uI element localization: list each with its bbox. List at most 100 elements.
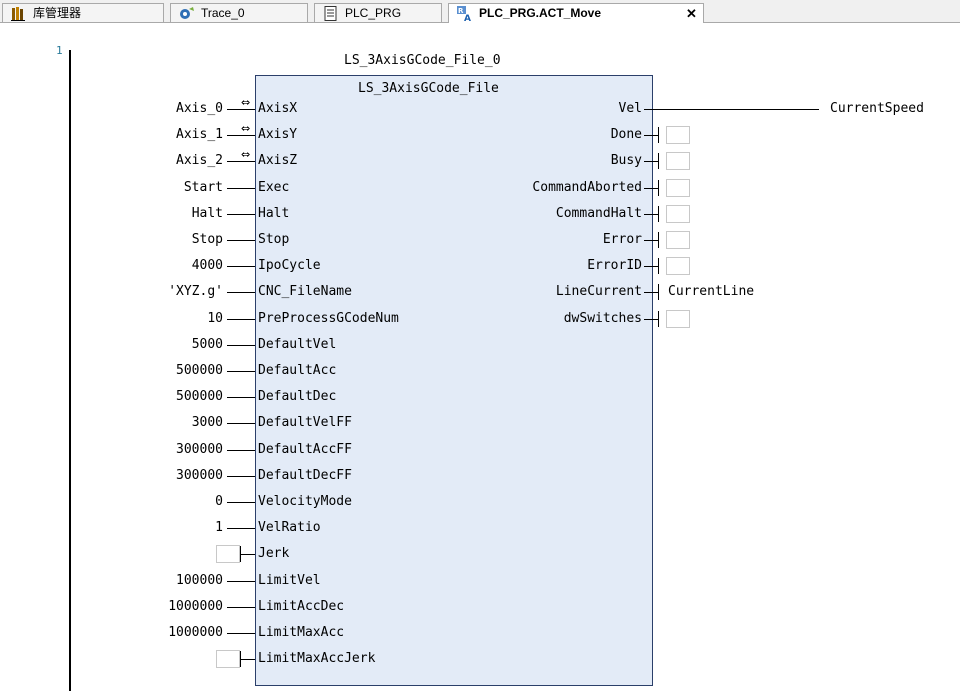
output-pin-label: CommandHalt	[555, 206, 642, 221]
fb-type-name: LS_3AxisGCode_File	[358, 81, 499, 96]
output-wire	[644, 292, 658, 293]
close-tab-icon[interactable]: ✕	[686, 4, 697, 23]
input-value[interactable]: 4000	[192, 258, 223, 273]
output-empty-slot[interactable]	[666, 152, 690, 170]
input-pin-label: IpoCycle	[258, 258, 321, 273]
action-icon: R A	[457, 6, 471, 21]
input-pin-label: LimitMaxAcc	[258, 625, 345, 640]
tab-label: Trace_0	[201, 6, 245, 20]
function-block[interactable]	[255, 75, 653, 686]
input-value[interactable]: 3000	[192, 415, 223, 430]
fb-instance-name[interactable]: LS_3AxisGCode_File_0	[344, 53, 501, 68]
output-value[interactable]: CurrentSpeed	[830, 101, 924, 116]
input-wire	[227, 476, 255, 477]
tab-label: PLC_PRG	[345, 6, 402, 20]
input-value[interactable]: Axis_2	[176, 153, 223, 168]
input-pin-label: Jerk	[258, 546, 290, 561]
input-pin-label: DefaultDecFF	[258, 468, 352, 483]
output-stub	[658, 153, 659, 169]
input-wire	[227, 319, 255, 320]
output-empty-slot[interactable]	[666, 126, 690, 144]
output-stub	[658, 206, 659, 222]
input-wire	[227, 109, 255, 110]
input-pin-label: AxisY	[258, 127, 298, 142]
output-pin-label: Busy	[610, 153, 642, 168]
input-wire	[227, 161, 255, 162]
input-value[interactable]: 300000	[176, 468, 223, 483]
trace-icon	[180, 7, 194, 19]
input-stub	[240, 651, 241, 667]
input-value[interactable]: 500000	[176, 389, 223, 404]
output-wire	[644, 214, 658, 215]
output-value[interactable]: CurrentLine	[668, 284, 754, 299]
input-value[interactable]: 'XYZ.g'	[168, 284, 223, 299]
input-empty-slot[interactable]	[216, 650, 240, 668]
input-pin-label: CNC_FileName	[258, 284, 352, 299]
input-value[interactable]: 100000	[176, 573, 223, 588]
output-stub	[658, 180, 659, 196]
tab-trace[interactable]: Trace_0	[170, 3, 308, 22]
input-wire	[227, 397, 255, 398]
output-empty-slot[interactable]	[666, 205, 690, 223]
tab-plc-prg-act-move[interactable]: R A PLC_PRG.ACT_Move ✕	[448, 3, 704, 23]
input-wire	[227, 528, 255, 529]
input-value[interactable]: 10	[207, 311, 223, 326]
input-stub	[240, 546, 241, 562]
output-pin-label: Error	[602, 232, 642, 247]
input-pin-label: LimitVel	[258, 573, 321, 588]
input-wire	[227, 581, 255, 582]
input-wire	[227, 266, 255, 267]
input-wire	[227, 135, 255, 136]
input-value[interactable]: 1000000	[168, 625, 223, 640]
input-value[interactable]: 1000000	[168, 599, 223, 614]
input-pin-label: Exec	[258, 180, 290, 195]
output-wire	[644, 135, 658, 136]
line-number: 1	[56, 44, 63, 57]
output-stub	[658, 311, 659, 327]
input-value[interactable]: 500000	[176, 363, 223, 378]
input-value[interactable]: Axis_0	[176, 101, 223, 116]
reference-arrow-icon: ⇔	[241, 122, 251, 135]
input-value[interactable]: 1	[215, 520, 223, 535]
input-pin-label: VelRatio	[258, 520, 321, 535]
output-empty-slot[interactable]	[666, 231, 690, 249]
input-wire	[227, 214, 255, 215]
input-pin-label: DefaultDec	[258, 389, 337, 404]
output-pin-label: dwSwitches	[563, 311, 642, 326]
input-wire	[227, 607, 255, 608]
tab-plc-prg[interactable]: PLC_PRG	[314, 3, 442, 22]
tab-library-manager[interactable]: 库管理器	[2, 3, 164, 22]
input-wire	[240, 659, 255, 660]
input-pin-label: LimitMaxAccJerk	[258, 651, 376, 666]
tab-label: 库管理器	[33, 6, 82, 20]
output-stub	[658, 284, 659, 300]
input-wire	[227, 423, 255, 424]
output-empty-slot[interactable]	[666, 257, 690, 275]
output-empty-slot[interactable]	[666, 179, 690, 197]
editor-tab-bar: 库管理器 Trace_0 PLC_PRG R A PLC_PRG.ACT_Mov…	[0, 0, 960, 23]
reference-arrow-icon: ⇔	[241, 96, 251, 109]
input-value[interactable]: 0	[215, 494, 223, 509]
input-wire	[227, 240, 255, 241]
input-wire	[227, 188, 255, 189]
output-wire	[644, 266, 658, 267]
input-pin-label: Stop	[258, 232, 290, 247]
svg-text:A: A	[464, 14, 471, 21]
input-wire	[227, 345, 255, 346]
output-pin-label: LineCurrent	[555, 284, 642, 299]
input-value[interactable]: 5000	[192, 337, 223, 352]
input-value[interactable]: Axis_1	[176, 127, 223, 142]
input-value[interactable]: 300000	[176, 442, 223, 457]
input-value[interactable]: Halt	[192, 206, 223, 221]
output-pin-label: CommandAborted	[532, 180, 642, 195]
input-pin-label: AxisX	[258, 101, 298, 116]
input-value[interactable]: Start	[184, 180, 223, 195]
input-empty-slot[interactable]	[216, 545, 240, 563]
output-wire	[644, 188, 658, 189]
output-wire	[644, 240, 658, 241]
output-empty-slot[interactable]	[666, 310, 690, 328]
input-value[interactable]: Stop	[192, 232, 223, 247]
input-wire	[227, 450, 255, 451]
input-wire	[240, 554, 255, 555]
input-wire	[227, 371, 255, 372]
